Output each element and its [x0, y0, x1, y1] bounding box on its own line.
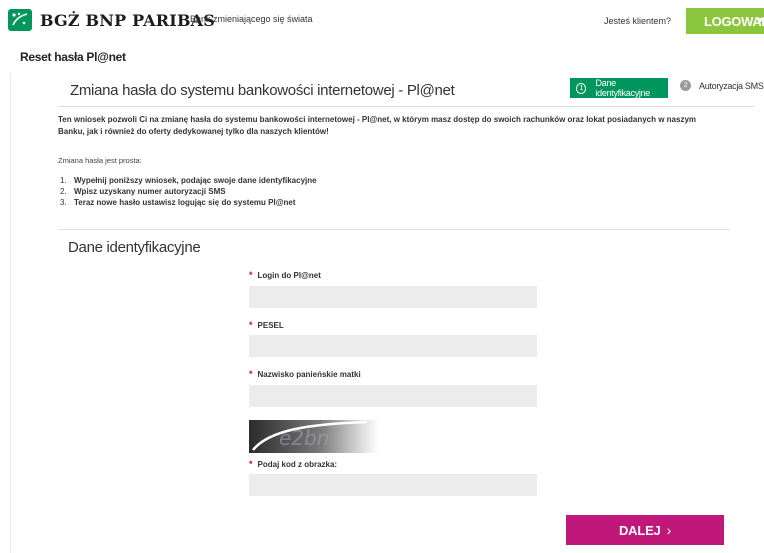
login-field-label: * Login do Pl@net: [249, 270, 321, 280]
step-label: Autoryzacja SMS: [699, 80, 764, 91]
brand-name[interactable]: BGŻ BNP PARIBAS: [40, 11, 215, 30]
next-button-label: DALEJ: [618, 522, 661, 538]
divider: [58, 106, 754, 107]
intro-text: Ten wniosek pozwoli Ci na zmianę hasła d…: [58, 115, 697, 136]
simple-text: Zmiana hasła jest prosta:: [58, 156, 142, 165]
step-number-icon: 2: [680, 80, 691, 91]
login-button[interactable]: LOGOWANIE: [686, 8, 764, 34]
list-item: 2. Wpisz uzyskany numer autoryzacji SMS: [60, 187, 226, 196]
chevron-down-icon: [756, 18, 764, 23]
next-button[interactable]: DALEJ ›: [566, 515, 724, 545]
client-question-link[interactable]: Jesteś klientem?: [604, 16, 671, 26]
step-label: Dane identyfikacyjne: [595, 78, 651, 98]
login-button-label: LOGOWANIE: [704, 13, 764, 29]
form-heading: Dane identyfikacyjne: [68, 239, 201, 256]
captcha-field-label: * Podaj kod z obrazka:: [249, 459, 338, 469]
chevron-right-icon: ›: [666, 522, 672, 538]
captcha-image: e2bn: [249, 420, 379, 453]
captcha-input[interactable]: [249, 474, 537, 496]
list-item: 1. Wypełnij poniższy wniosek, podając swo…: [60, 176, 317, 185]
stars-logo-icon: [12, 12, 28, 26]
step-number-icon: 1: [576, 82, 587, 94]
tagline: Bank zmieniającego się świata: [190, 14, 313, 24]
step-indicator-2: 2 Autoryzacja SMS: [680, 80, 764, 91]
divider: [58, 229, 730, 230]
bank-logo-icon[interactable]: [8, 9, 32, 31]
instruction-list: 1. Wypełnij poniższy wniosek, podając swo…: [60, 175, 317, 208]
top-header: BGŻ BNP PARIBAS Bank zmieniającego się ś…: [0, 0, 764, 42]
maiden-name-input[interactable]: [249, 385, 537, 407]
list-item: 3. Teraz nowe hasło ustawisz logując się …: [60, 198, 296, 207]
maiden-name-field-label: * Nazwisko panieńskie matki: [249, 369, 361, 379]
section-heading: Zmiana hasła do systemu bankowości inter…: [70, 82, 455, 99]
pesel-input[interactable]: [249, 335, 537, 357]
page-title: Reset hasła Pl@net: [20, 50, 126, 64]
step-indicator-1: 1 Dane identyfikacyjne: [570, 78, 668, 98]
pesel-field-label: * PESEL: [249, 320, 284, 330]
login-input[interactable]: [249, 286, 537, 308]
captcha-text: e2bn: [279, 426, 329, 450]
